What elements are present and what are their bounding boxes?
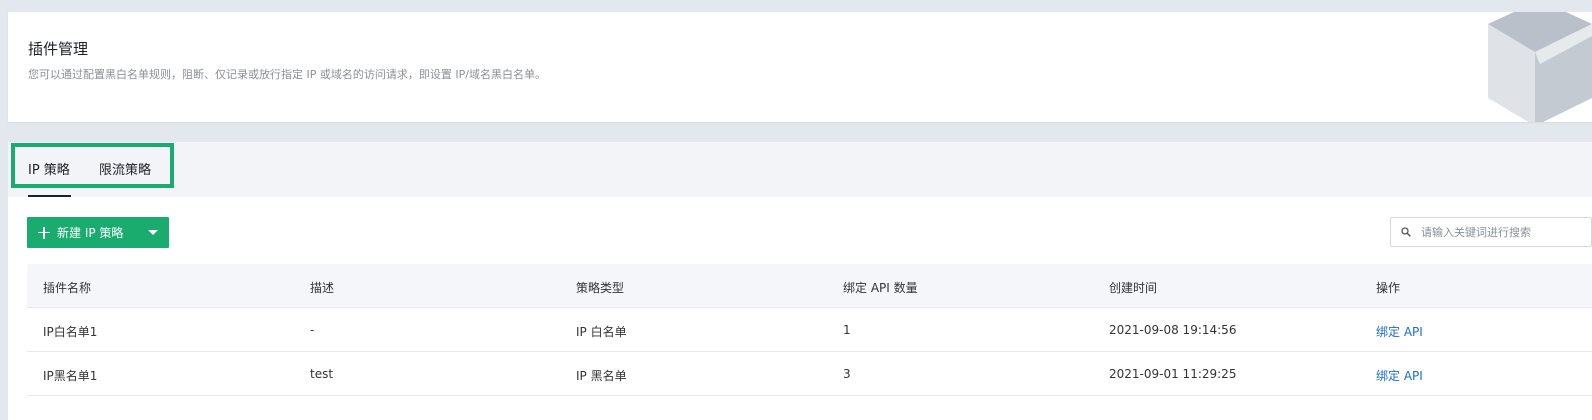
row-plugin-name: IP白名单1: [43, 325, 98, 339]
row-plugin-name: IP黑名单1: [43, 369, 98, 383]
column-header-plugin-name: 插件名称: [43, 281, 92, 295]
cube-illustration-icon: [1488, 12, 1592, 122]
row-policy-type: IP 黑名单: [576, 369, 627, 383]
main-content: IP 策略 限流策略 新建 IP 策略 插件名称 描述 策略类型 绑定 API …: [8, 142, 1592, 420]
table-row: IP白名单1 - IP 白名单 1 2021-09-08 19:14:56 绑定…: [27, 308, 1592, 352]
search-input[interactable]: [1421, 223, 1589, 241]
column-header-policy-type: 策略类型: [576, 281, 625, 295]
row-bound-api-count: 3: [843, 367, 851, 381]
column-header-bound-api-count: 绑定 API 数量: [843, 281, 918, 295]
new-ip-policy-label: 新建 IP 策略: [57, 226, 124, 240]
tabs-bar: IP 策略 限流策略: [8, 142, 1592, 197]
bind-api-link[interactable]: 绑定 API: [1376, 367, 1423, 384]
row-description: -: [310, 323, 315, 337]
column-header-created-time: 创建时间: [1109, 281, 1158, 295]
row-policy-type: IP 白名单: [576, 325, 627, 339]
row-created-time: 2021-09-01 11:29:25: [1109, 367, 1237, 381]
row-bound-api-count: 1: [843, 323, 851, 337]
policy-table: 插件名称 描述 策略类型 绑定 API 数量 创建时间 操作 IP白名单1 - …: [27, 264, 1592, 396]
tab-rate-limit-policy[interactable]: 限流策略: [99, 159, 151, 178]
page-title: 插件管理: [28, 40, 89, 58]
page-header: 插件管理 您可以通过配置黑白名单规则，阻断、仅记录或放行指定 IP 或域名的访问…: [8, 12, 1592, 122]
caret-down-icon[interactable]: [148, 230, 158, 235]
active-tab-indicator: [28, 195, 71, 197]
row-created-time: 2021-09-08 19:14:56: [1109, 323, 1237, 337]
new-ip-policy-button[interactable]: 新建 IP 策略: [27, 217, 169, 248]
page-description: 您可以通过配置黑白名单规则，阻断、仅记录或放行指定 IP 或域名的访问请求，即设…: [28, 68, 546, 81]
search-box[interactable]: [1390, 217, 1592, 247]
plus-icon: [38, 226, 50, 239]
table-row: IP黑名单1 test IP 黑名单 3 2021-09-01 11:29:25…: [27, 352, 1592, 396]
bind-api-link[interactable]: 绑定 API: [1376, 323, 1423, 340]
table-header: 插件名称 描述 策略类型 绑定 API 数量 创建时间 操作: [27, 264, 1592, 308]
row-description: test: [310, 367, 334, 381]
search-icon: [1401, 227, 1411, 237]
column-header-actions: 操作: [1376, 281, 1401, 295]
tab-ip-policy[interactable]: IP 策略: [28, 159, 70, 178]
column-header-description: 描述: [310, 281, 335, 295]
